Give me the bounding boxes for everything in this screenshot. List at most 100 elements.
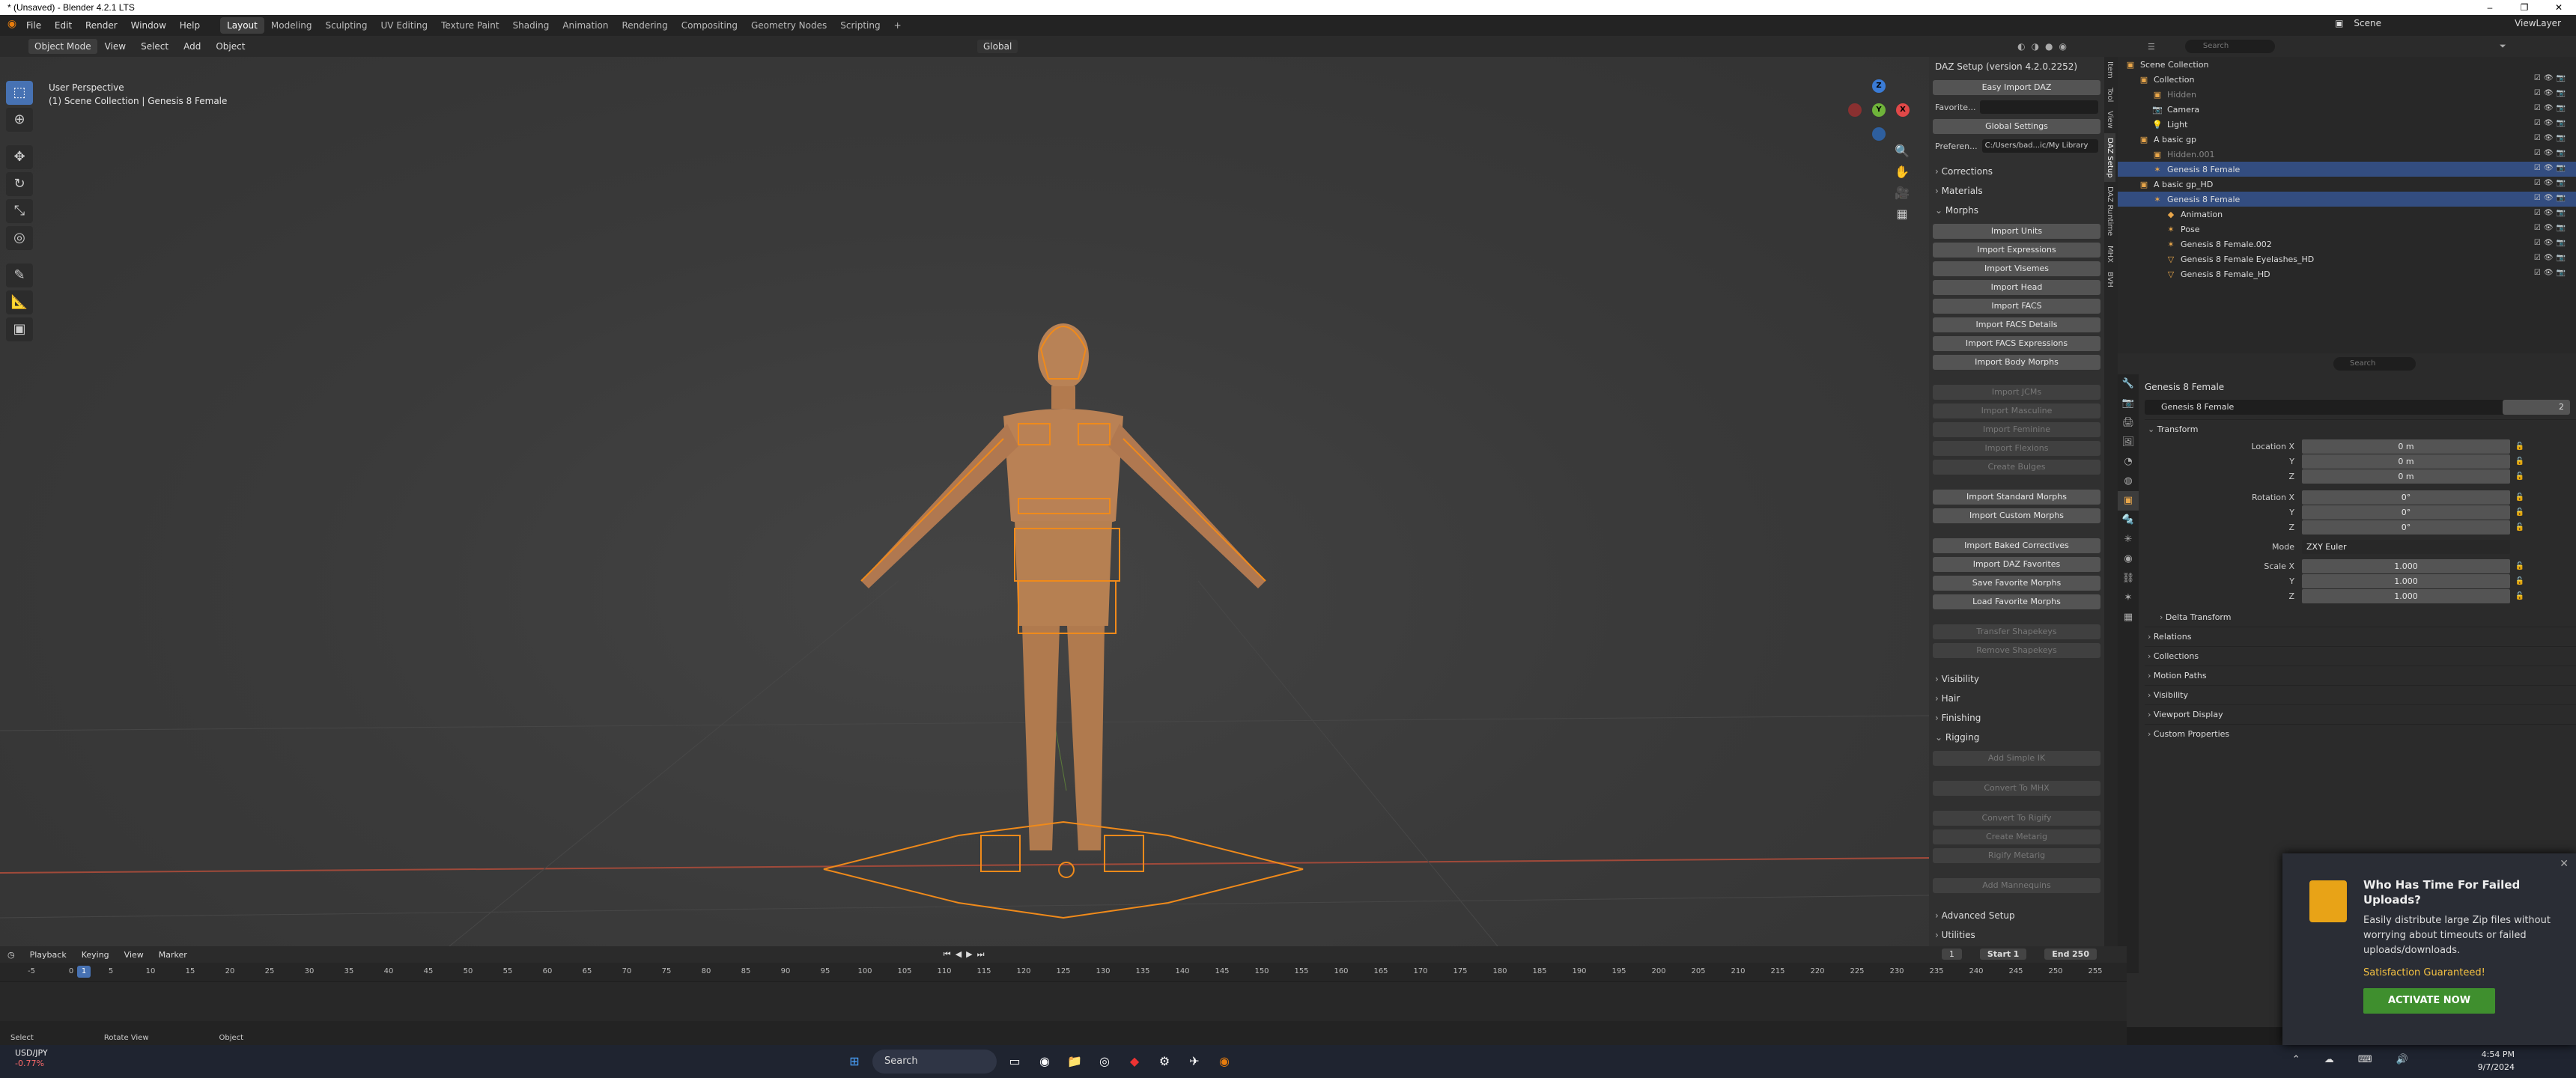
visibility-toggle-icon[interactable]: ☑👁📷 [2534,119,2569,127]
timeline-ruler[interactable]: 1 -5 0 5 10 15 20 25 30 35 40 45 50 55 60 65 70 75 80 85 90… [0,963,2127,982]
visibility-toggle-icon[interactable]: ☑👁📷 [2534,194,2569,202]
visibility-toggle-icon[interactable]: ☑👁📷 [2534,269,2569,277]
outliner-row[interactable]: ▣ Hidden ☑👁📷 [2118,87,2576,102]
easy-import-daz-button[interactable]: Easy Import DAZ [1933,80,2100,95]
rotation-mode-dropdown[interactable]: ZXY Euler [2302,539,2510,554]
advanced-setup-section[interactable]: Advanced Setup [1929,906,2104,925]
properties-search[interactable]: Search [2333,357,2416,371]
outliner-row[interactable]: ✶ Genesis 8 Female ☑👁📷 [2118,162,2576,177]
add-menu[interactable]: Add [183,41,201,52]
shading-mode-icons[interactable]: ◐◑●◉ [2017,41,2073,52]
keying-menu[interactable]: Keying [82,950,109,960]
tab-modeling[interactable]: Modeling [264,17,319,34]
lock-icon[interactable]: 🔓 [2510,592,2530,600]
visibility-toggle-icon[interactable]: ☑👁📷 [2534,104,2569,112]
close-icon[interactable]: ✕ [2560,858,2569,870]
morph-button[interactable]: Import Standard Morphs [1933,490,2100,505]
tab-bvh[interactable]: BVH [2104,267,2115,292]
lock-icon[interactable]: 🔓 [2510,577,2530,585]
visibility-toggle-icon[interactable]: ☑👁📷 [2534,254,2569,262]
morph-button[interactable]: Import FACS Details [1933,317,2100,332]
tab-daz-setup[interactable]: DAZ Setup [2104,133,2115,183]
outliner-row[interactable]: ▽ Genesis 8 Female_HD ☑👁📷 [2118,267,2576,281]
tab-animation[interactable]: Animation [556,17,615,34]
display-mode-icon[interactable]: ☰ [2148,42,2155,52]
visibility-section[interactable]: Visibility [1929,669,2104,689]
playback-controls[interactable]: ⏮◀▶⏭ [944,949,989,960]
rotate-tool-icon[interactable]: ↻ [6,172,33,196]
viewport-display-section[interactable]: Viewport Display [2145,704,2576,724]
constraints-tab-icon[interactable]: ⛓ [2118,569,2139,588]
view-layer-selector[interactable]: ViewLayer [2515,18,2561,28]
tool-tab-icon[interactable]: 🔧 [2118,374,2139,394]
world-tab-icon[interactable]: ◍ [2118,472,2139,491]
tab-layout[interactable]: Layout [220,17,264,34]
menu-render[interactable]: Render [85,20,118,31]
current-frame-field[interactable]: 1 [1941,948,1962,960]
select-box-tool-icon[interactable]: ⬚ [6,81,33,105]
morph-button[interactable]: Import DAZ Favorites [1933,557,2100,572]
lock-icon[interactable]: 🔓 [2510,442,2530,451]
collections-section[interactable]: Collections [2145,646,2576,666]
outliner-row[interactable]: ▣ Scene Collection [2118,57,2576,72]
tab-shading[interactable]: Shading [506,17,556,34]
lock-icon[interactable]: 🔓 [2510,493,2530,502]
tab-mhx[interactable]: MHX [2104,241,2115,267]
scale-x-field[interactable]: 1.000 [2302,558,2510,573]
data-tab-icon[interactable]: ✶ [2118,588,2139,608]
steam-icon[interactable]: ⚙ [1152,1050,1176,1074]
visibility-toggle-icon[interactable]: ☑👁📷 [2534,164,2569,172]
z-axis-icon[interactable]: Z [1872,79,1886,93]
move-tool-icon[interactable]: ✥ [6,145,33,169]
menu-help[interactable]: Help [180,20,200,31]
relations-section[interactable]: Relations [2145,627,2576,646]
custom-properties-section[interactable]: Custom Properties [2145,724,2576,743]
windows-start-icon[interactable]: ⊞ [842,1050,866,1074]
morph-button[interactable]: Import FACS Expressions [1933,336,2100,351]
playback-menu[interactable]: Playback [30,950,67,960]
lock-icon[interactable]: 🔓 [2510,523,2530,532]
neg-x-axis-icon[interactable] [1848,103,1862,117]
y-axis-icon[interactable]: Y [1872,103,1886,117]
scale-z-field[interactable]: 1.000 [2302,588,2510,603]
tab-scripting[interactable]: Scripting [833,17,887,34]
outliner-row[interactable]: ▣ A basic gp_HD ☑👁📷 [2118,177,2576,192]
visibility-toggle-icon[interactable]: ☑👁📷 [2534,209,2569,217]
chrome-icon[interactable]: ◎ [1093,1050,1117,1074]
scene-tab-icon[interactable]: ◔ [2118,452,2139,472]
morph-button[interactable]: Import Head [1933,280,2100,295]
activate-now-button[interactable]: ACTIVATE NOW [2363,988,2495,1014]
app-icon[interactable]: ✈ [1182,1050,1206,1074]
taskbar-search[interactable]: Search [872,1050,997,1074]
rotation-y-field[interactable]: 0° [2302,505,2510,520]
outliner-search[interactable]: Search [2184,40,2275,53]
stock-widget[interactable]: USD/JPY -0.77% [15,1048,48,1069]
clock[interactable]: 4:54 PM 9/7/2024 [2478,1048,2515,1074]
file-explorer-icon[interactable]: 📁 [1063,1050,1087,1074]
morphs-section[interactable]: Morphs [1929,201,2104,220]
blender-taskbar-icon[interactable]: ◉ [1212,1050,1236,1074]
scale-tool-icon[interactable]: ⤡ [6,199,33,223]
select-menu[interactable]: Select [141,41,168,52]
outliner-row[interactable]: ▣ Collection ☑👁📷 [2118,72,2576,87]
tab-compositing[interactable]: Compositing [675,17,744,34]
object-menu[interactable]: Object [216,41,245,52]
tab-daz-runtime[interactable]: DAZ Runtime [2104,182,2115,240]
visibility-toggle-icon[interactable]: ☑👁📷 [2534,89,2569,97]
morph-button[interactable]: Import Units [1933,224,2100,239]
outliner-row[interactable]: ✶ Genesis 8 Female ☑👁📷 [2118,192,2576,207]
start-frame-field[interactable]: Start 1 [1979,948,2027,960]
editor-type-icon[interactable]: ◷ [7,950,15,960]
rigging-section[interactable]: Rigging [1929,728,2104,747]
morph-button[interactable]: Import Custom Morphs [1933,508,2100,523]
outliner-row[interactable]: ▣ Hidden.001 ☑👁📷 [2118,147,2576,162]
visibility-toggle-icon[interactable]: ☑👁📷 [2534,224,2569,232]
add-cube-tool-icon[interactable]: ▣ [6,317,33,341]
menu-window[interactable]: Window [131,20,166,31]
particles-tab-icon[interactable]: ✳ [2118,530,2139,549]
end-frame-field[interactable]: End 250 [2044,948,2097,960]
modifier-tab-icon[interactable]: 🔩 [2118,511,2139,530]
menu-file[interactable]: File [26,20,41,31]
minimize-button[interactable]: – [2473,0,2507,15]
texture-tab-icon[interactable]: ▦ [2118,608,2139,627]
